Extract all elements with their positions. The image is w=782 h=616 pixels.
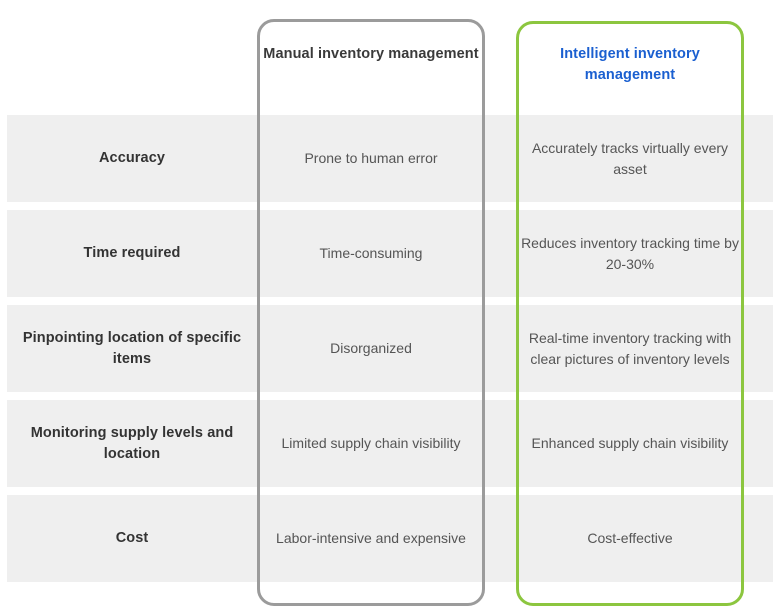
table-row: Monitoring supply levels and location: [7, 400, 257, 487]
table-row: Pinpointing location of specific items: [7, 305, 257, 392]
intelligent-value: Enhanced supply chain visibility: [531, 435, 729, 451]
manual-value: Time-consuming: [319, 245, 423, 261]
table-row: Disorganized: [260, 305, 482, 392]
intelligent-value: Real-time inventory tracking with clear …: [528, 329, 732, 367]
table-row: Time required: [7, 210, 257, 297]
intelligent-value: Reduces inventory tracking time by 20-30…: [521, 234, 739, 272]
column-header-intelligent: Intelligent inventory management: [560, 46, 700, 83]
criterion-label: Time required: [83, 245, 181, 261]
table-row: Time-consuming: [260, 210, 482, 297]
criterion-label: Accuracy: [98, 150, 166, 166]
table-row: Real-time inventory tracking with clear …: [519, 305, 741, 392]
manual-value: Labor-intensive and expensive: [276, 530, 466, 546]
table-row: Prone to human error: [260, 115, 482, 202]
criterion-label: Monitoring supply levels and location: [30, 424, 234, 462]
manual-value: Prone to human error: [304, 150, 438, 166]
table-row: Accuracy: [7, 115, 257, 202]
manual-value: Limited supply chain visibility: [281, 435, 461, 451]
table-row: Limited supply chain visibility: [260, 400, 482, 487]
criterion-label: Pinpointing location of specific items: [22, 329, 242, 367]
table-row: Reduces inventory tracking time by 20-30…: [519, 210, 741, 297]
table-row: Cost: [7, 495, 257, 582]
criterion-label: Cost: [115, 530, 149, 546]
intelligent-value: Cost-effective: [587, 530, 673, 546]
table-row: Enhanced supply chain visibility: [519, 400, 741, 487]
manual-value: Disorganized: [330, 340, 412, 356]
table-row: Accurately tracks virtually every asset: [519, 115, 741, 202]
comparison-table: Manual inventory management Intelligent …: [0, 0, 782, 616]
intelligent-value: Accurately tracks virtually every asset: [531, 139, 729, 177]
table-row: Cost-effective: [519, 495, 741, 582]
column-header-manual: Manual inventory management: [263, 46, 479, 62]
table-row: Labor-intensive and expensive: [260, 495, 482, 582]
